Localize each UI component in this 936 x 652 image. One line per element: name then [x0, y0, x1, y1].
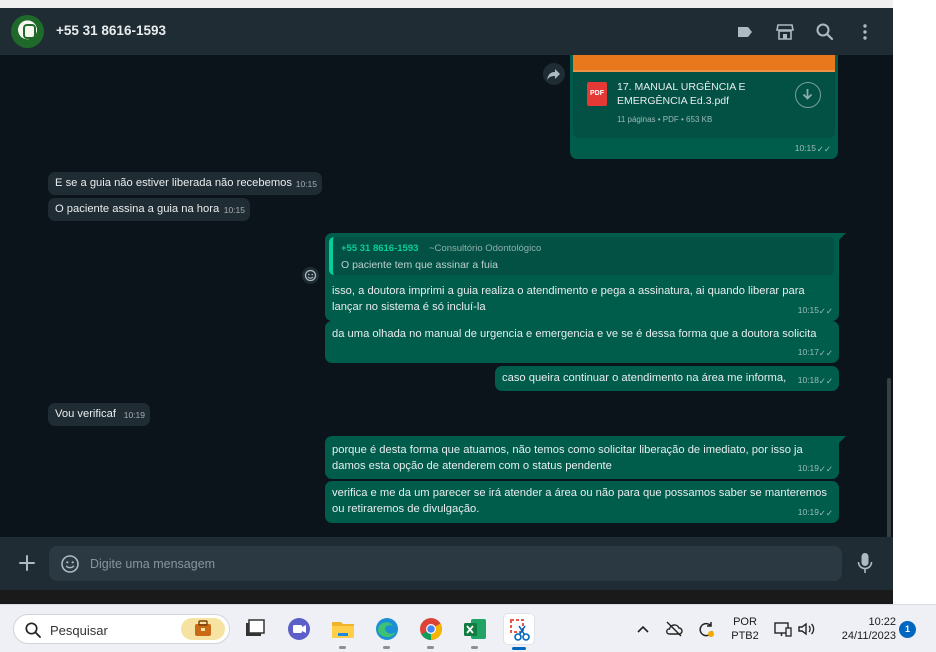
message-input-box[interactable]	[49, 546, 842, 581]
meet-app-icon[interactable]	[283, 613, 315, 645]
message-time: 10:19	[123, 410, 145, 420]
attach-plus-icon[interactable]	[16, 552, 38, 574]
speaker-icon[interactable]	[796, 619, 816, 639]
search-label: Pesquisar	[50, 623, 108, 638]
message-text: porque é desta forma que atuamos, não te…	[332, 444, 803, 472]
quoted-message[interactable]: +55 31 8616-1593 ~Consultório Odontológi…	[329, 237, 834, 275]
clock-date: 24/11/2023	[841, 630, 896, 642]
menu-icon[interactable]	[855, 22, 875, 42]
input-language[interactable]: POR PTB2	[727, 615, 763, 643]
message-time: 10:17	[797, 347, 819, 357]
double-check-icon: ✓✓	[818, 348, 833, 358]
quote-tag: ~Consultório Odontológico	[429, 243, 542, 254]
windows-taskbar: Pesquisar POR PTB2 10:22 24/11/2023 1	[0, 604, 936, 652]
message-time: 10:18	[797, 375, 819, 385]
excel-app-icon[interactable]	[459, 613, 491, 649]
clock[interactable]: 10:22 24/11/2023	[822, 615, 896, 643]
message-text: verifica e me da um parecer se irá atend…	[332, 487, 828, 515]
outgoing-message[interactable]: porque é desta forma que atuamos, não te…	[325, 436, 839, 479]
message-time: 10:15	[223, 205, 245, 215]
message-text: caso queira continuar o atendimento na á…	[502, 372, 787, 384]
edge-browser-icon[interactable]	[371, 613, 403, 649]
pdf-file-icon: PDF	[587, 82, 607, 106]
notification-badge[interactable]: 1	[899, 621, 916, 638]
double-check-icon: ✓✓	[818, 376, 833, 386]
message-input[interactable]	[90, 546, 830, 581]
outgoing-message[interactable]: verifica e me da um parecer se irá atend…	[325, 481, 839, 523]
running-indicator	[427, 646, 434, 649]
chrome-browser-icon[interactable]	[415, 613, 447, 649]
emoji-reaction-icon[interactable]	[302, 267, 319, 284]
running-indicator	[512, 647, 526, 650]
contact-avatar[interactable]	[11, 15, 44, 48]
outgoing-message[interactable]: +55 31 8616-1593 ~Consultório Odontológi…	[325, 233, 839, 321]
desktop-background	[893, 0, 936, 604]
message-time: 10:15	[794, 143, 816, 153]
clock-time: 10:22	[868, 616, 896, 628]
search-icon	[25, 622, 41, 638]
incoming-message[interactable]: Vou verificaf 10:19	[48, 403, 150, 426]
running-indicator	[339, 646, 346, 649]
running-indicator	[471, 646, 478, 649]
briefcase-icon[interactable]	[181, 618, 225, 640]
language-code: POR	[733, 616, 757, 628]
message-text: da uma olhada no manual de urgencia e em…	[332, 328, 817, 340]
quote-text: O paciente tem que assinar a fuia	[341, 259, 499, 271]
chat-messages: PDF 17. MANUAL URGÊNCIA E EMERGÊNCIA Ed.…	[0, 55, 887, 537]
double-check-icon: ✓✓	[818, 508, 833, 518]
running-indicator	[383, 646, 390, 649]
double-check-icon: ✓✓	[818, 464, 833, 474]
window-bottom-edge	[0, 590, 893, 604]
whatsapp-window: +55 31 8616-1593 PDF 17. MANUAL URGÊNCIA…	[0, 0, 893, 590]
display-icon[interactable]	[773, 619, 793, 639]
pdf-attachment[interactable]: PDF 17. MANUAL URGÊNCIA E EMERGÊNCIA Ed.…	[573, 72, 835, 138]
message-time: 10:15	[295, 179, 317, 189]
cloud-offline-icon[interactable]	[664, 619, 684, 639]
message-time: 10:15	[797, 305, 819, 315]
double-check-icon: ✓✓	[816, 144, 831, 154]
compose-bar	[0, 537, 893, 590]
download-icon[interactable]	[795, 82, 821, 108]
microphone-icon[interactable]	[855, 551, 875, 575]
message-time: 10:19	[797, 507, 819, 517]
chat-header: +55 31 8616-1593	[0, 8, 893, 55]
pdf-filename: 17. MANUAL URGÊNCIA E EMERGÊNCIA Ed.3.pd…	[617, 81, 746, 107]
catalog-icon[interactable]	[775, 22, 795, 42]
incoming-message[interactable]: O paciente assina a guia na hora 10:15	[48, 198, 250, 221]
message-text: E se a guia não estiver liberada não rec…	[55, 177, 292, 189]
emoji-icon[interactable]	[60, 554, 80, 574]
double-check-icon: ✓✓	[818, 306, 833, 316]
chat-scrollbar[interactable]	[887, 378, 891, 538]
update-icon[interactable]	[696, 619, 716, 639]
pdf-meta: 11 páginas • PDF • 653 KB	[617, 115, 713, 124]
message-text: isso, a doutora imprimi a guia realiza o…	[332, 285, 805, 313]
message-time: 10:19	[797, 463, 819, 473]
window-top-edge	[0, 0, 893, 8]
incoming-message[interactable]: E se a guia não estiver liberada não rec…	[48, 172, 322, 195]
task-view-icon[interactable]	[239, 613, 271, 645]
taskbar-search[interactable]: Pesquisar	[13, 614, 230, 644]
outgoing-message[interactable]: caso queira continuar o atendimento na á…	[495, 366, 839, 391]
snipping-tool-icon[interactable]	[503, 613, 535, 650]
label-icon[interactable]	[735, 22, 755, 42]
message-text: O paciente assina a guia na hora	[55, 203, 220, 215]
file-explorer-icon[interactable]	[327, 613, 359, 649]
keyboard-layout: PTB2	[731, 630, 759, 642]
search-icon[interactable]	[815, 22, 835, 42]
quote-author: +55 31 8616-1593	[341, 243, 419, 254]
pdf-preview	[573, 55, 835, 72]
contact-name[interactable]: +55 31 8616-1593	[56, 23, 166, 38]
forward-icon[interactable]	[543, 63, 565, 85]
chevron-up-icon[interactable]	[633, 619, 653, 639]
outgoing-message[interactable]: da uma olhada no manual de urgencia e em…	[325, 321, 839, 363]
pdf-message[interactable]: PDF 17. MANUAL URGÊNCIA E EMERGÊNCIA Ed.…	[570, 55, 838, 159]
message-text: Vou verificaf	[55, 408, 116, 420]
